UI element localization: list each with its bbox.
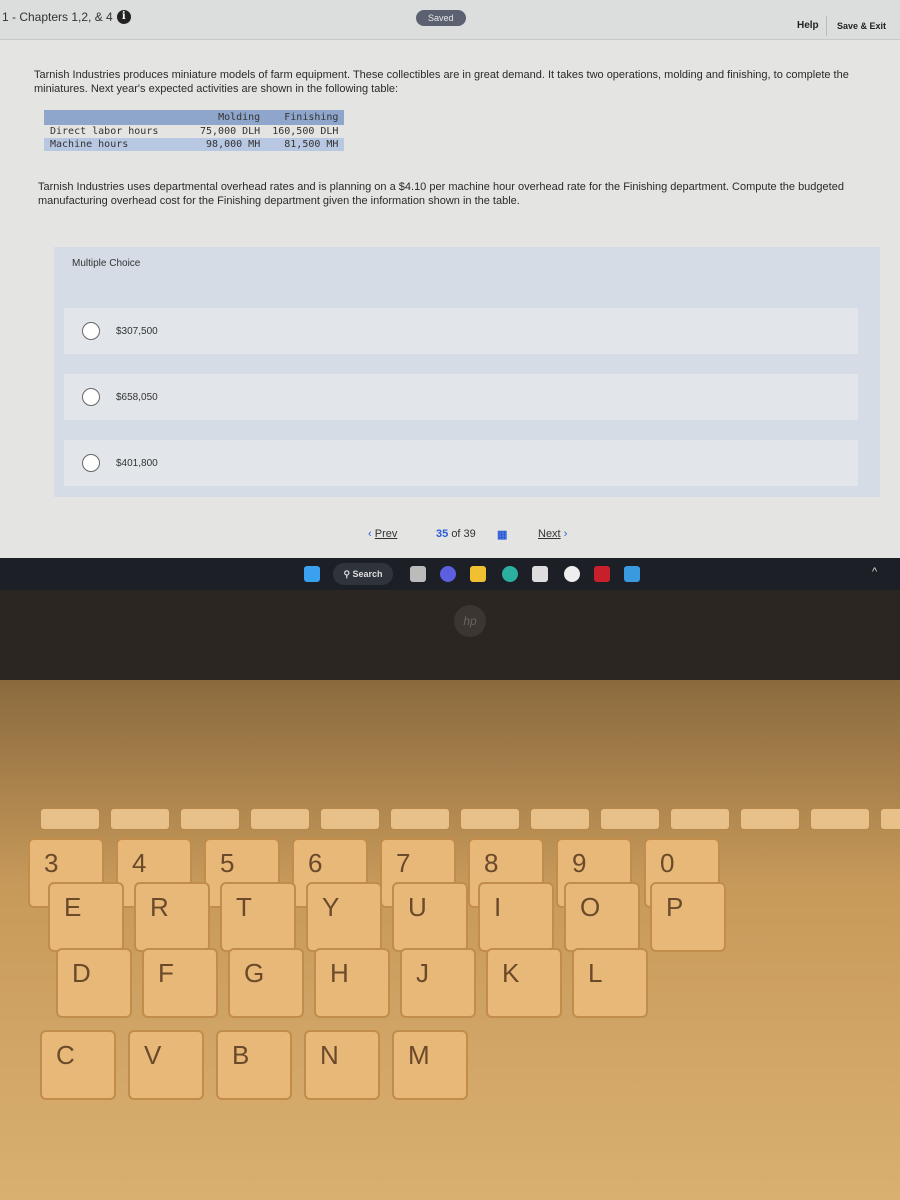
function-key[interactable]: [460, 808, 520, 830]
help-button[interactable]: Help: [797, 20, 819, 31]
table-row: Machine hours 98,000 MH 81,500 MH: [44, 138, 345, 151]
key-j[interactable]: J: [400, 948, 476, 1018]
key-y[interactable]: Y: [306, 882, 382, 952]
hp-logo: hp: [454, 605, 486, 637]
key-c[interactable]: C: [40, 1030, 116, 1100]
mail-icon[interactable]: [624, 566, 640, 582]
top-bar: 1 - Chapters 1,2, & 4i Saved Help Save &…: [0, 0, 900, 40]
key-f[interactable]: F: [142, 948, 218, 1018]
multiple-choice-title: Multiple Choice: [72, 258, 141, 269]
function-key[interactable]: [530, 808, 590, 830]
grid-icon[interactable]: ▦: [497, 528, 507, 541]
file-explorer-icon[interactable]: [470, 566, 486, 582]
function-key[interactable]: [40, 808, 100, 830]
key-n[interactable]: N: [304, 1030, 380, 1100]
key-r[interactable]: R: [134, 882, 210, 952]
function-key[interactable]: [390, 808, 450, 830]
radio-button[interactable]: [82, 388, 100, 406]
breadcrumb: 1 - Chapters 1,2, & 4i: [2, 10, 131, 24]
chevron-up-icon[interactable]: ^: [872, 566, 877, 578]
page-indicator: 35 of 39: [436, 528, 476, 540]
chevron-left-icon: ‹: [368, 528, 372, 540]
question-intro: Tarnish Industries produces miniature mo…: [34, 69, 849, 95]
function-key[interactable]: [670, 808, 730, 830]
taskbar-search[interactable]: ⚲ Search: [333, 563, 393, 585]
function-key[interactable]: [740, 808, 800, 830]
key-p[interactable]: P: [650, 882, 726, 952]
key-e[interactable]: E: [48, 882, 124, 952]
key-h[interactable]: H: [314, 948, 390, 1018]
edge-icon[interactable]: [502, 566, 518, 582]
key-m[interactable]: M: [392, 1030, 468, 1100]
function-key[interactable]: [810, 808, 870, 830]
multiple-choice-panel: Multiple Choice $307,500 $658,050 $401,8…: [54, 247, 880, 497]
key-o[interactable]: O: [564, 882, 640, 952]
store-icon[interactable]: [532, 566, 548, 582]
next-button[interactable]: Next ›: [538, 528, 567, 540]
key-g[interactable]: G: [228, 948, 304, 1018]
key-d[interactable]: D: [56, 948, 132, 1018]
radio-button[interactable]: [82, 454, 100, 472]
key-u[interactable]: U: [392, 882, 468, 952]
function-key[interactable]: [250, 808, 310, 830]
app-icon[interactable]: [564, 566, 580, 582]
mcafee-icon[interactable]: [594, 566, 610, 582]
radio-button[interactable]: [82, 322, 100, 340]
divider: [826, 16, 827, 36]
chevron-right-icon: ›: [563, 528, 568, 540]
choice-option[interactable]: $401,800: [64, 440, 858, 486]
key-l[interactable]: L: [572, 948, 648, 1018]
function-key[interactable]: [880, 808, 900, 830]
key-v[interactable]: V: [128, 1030, 204, 1100]
function-key[interactable]: [320, 808, 380, 830]
save-exit-button[interactable]: Save & Exit: [837, 21, 886, 31]
windows-start-icon[interactable]: [304, 566, 320, 582]
task-view-icon[interactable]: [410, 566, 426, 582]
choice-option[interactable]: $658,050: [64, 374, 858, 420]
key-t[interactable]: T: [220, 882, 296, 952]
question-prompt: Tarnish Industries uses departmental ove…: [38, 181, 844, 207]
key-k[interactable]: K: [486, 948, 562, 1018]
meet-icon[interactable]: [440, 566, 456, 582]
browser-screen: 1 - Chapters 1,2, & 4i Saved Help Save &…: [0, 0, 900, 590]
info-icon[interactable]: i: [116, 10, 131, 24]
key-b[interactable]: B: [216, 1030, 292, 1100]
table-row: Direct labor hours 75,000 DLH 160,500 DLH: [50, 126, 339, 137]
prev-button[interactable]: ‹ Prev: [368, 528, 397, 540]
function-key[interactable]: [110, 808, 170, 830]
activity-table: Molding Finishing Direct labor hours 75,00…: [44, 110, 345, 151]
function-key[interactable]: [180, 808, 240, 830]
saved-badge: Saved: [416, 10, 466, 26]
key-i[interactable]: I: [478, 882, 554, 952]
function-key[interactable]: [600, 808, 660, 830]
laptop-bezel: hp: [0, 590, 900, 680]
choice-option[interactable]: $307,500: [64, 308, 858, 354]
